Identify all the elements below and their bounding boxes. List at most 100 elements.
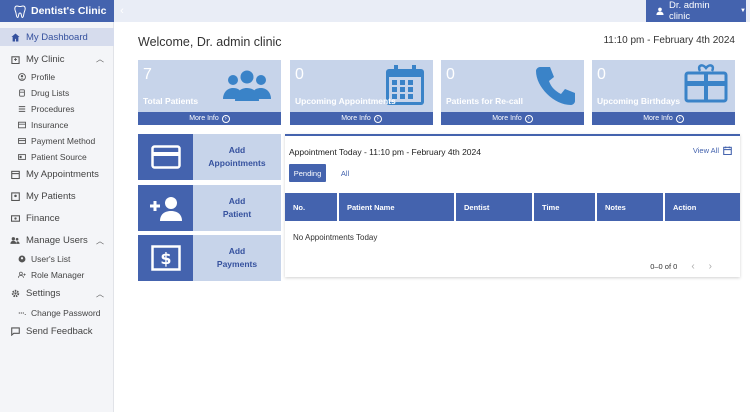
column-header[interactable]: Action xyxy=(665,193,740,221)
pill-icon xyxy=(18,89,26,97)
sidebar-item-label: Role Manager xyxy=(31,270,85,280)
chevron-left-icon[interactable]: ‹ xyxy=(691,261,694,272)
more-info-label: More Info xyxy=(643,115,673,122)
payment-icon xyxy=(18,137,26,145)
pagination-count: 0–0 of 0 xyxy=(650,262,678,271)
sidebar-item-role-manager[interactable]: Role Manager xyxy=(0,268,114,282)
card-icon xyxy=(138,134,193,180)
patients-icon xyxy=(10,192,20,202)
hospital-icon xyxy=(10,54,20,64)
sidebar-item-profile[interactable]: Profile xyxy=(0,70,114,84)
sidebar-item-dashboard[interactable]: My Dashboard xyxy=(0,28,114,46)
action-label-line1: Add xyxy=(228,246,246,256)
stat-value: 0 xyxy=(295,66,304,83)
chevron-up-icon: ︿ xyxy=(96,54,104,64)
view-all-label: View All xyxy=(692,146,719,155)
action-label-line2: Appointments xyxy=(208,158,266,168)
sidebar-item-send-feedback[interactable]: Send Feedback xyxy=(0,323,114,340)
sidebar: My Dashboard My Clinic ︿ Profile Drug Li… xyxy=(0,22,114,412)
home-icon xyxy=(10,32,20,42)
add-person-icon xyxy=(138,185,193,231)
password-icon xyxy=(18,309,26,317)
sidebar-item-label: Drug Lists xyxy=(31,88,70,98)
column-header[interactable]: Dentist xyxy=(456,193,532,221)
stat-label: Total Patients xyxy=(143,96,199,106)
user-circle-icon xyxy=(18,73,26,81)
action-label: Add Patient xyxy=(193,185,281,231)
sidebar-item-users-list[interactable]: User's List xyxy=(0,252,114,266)
sidebar-item-insurance[interactable]: Insurance xyxy=(0,118,114,132)
tab-pending[interactable]: Pending xyxy=(289,164,326,182)
sidebar-item-label: Settings xyxy=(26,288,61,299)
sidebar-item-patient-source[interactable]: Patient Source xyxy=(0,150,114,164)
person-icon xyxy=(656,7,664,15)
action-label: Add Appointments xyxy=(193,134,281,180)
tab-all[interactable]: All xyxy=(333,164,357,182)
sidebar-item-label: My Dashboard xyxy=(26,31,88,43)
action-label-line2: Payments xyxy=(216,259,258,269)
stat-value: 0 xyxy=(597,66,606,83)
user-circle-icon xyxy=(18,255,26,263)
sidebar-item-label: Procedures xyxy=(31,104,75,114)
sidebar-item-label: My Clinic xyxy=(26,53,65,65)
money-icon xyxy=(10,214,20,224)
column-header[interactable]: No. xyxy=(285,193,337,221)
feedback-icon xyxy=(10,327,20,337)
stat-label: Patients for Re-call xyxy=(446,96,523,106)
stat-value: 7 xyxy=(143,66,152,83)
sidebar-item-my-clinic[interactable]: My Clinic ︿ xyxy=(0,51,114,67)
svg-text:$: $ xyxy=(160,249,171,268)
chevron-left-icon[interactable]: ‹ xyxy=(116,4,128,18)
add-patient-button[interactable]: Add Patient xyxy=(138,185,281,231)
sidebar-item-procedures[interactable]: Procedures xyxy=(0,102,114,116)
sidebar-item-drug-lists[interactable]: Drug Lists xyxy=(0,86,114,100)
stat-card-upcoming-birthdays: 0 Upcoming Birthdays More Info › xyxy=(592,60,735,125)
stat-card-total-patients: 7 Total Patients More Info › xyxy=(138,60,281,125)
group-icon xyxy=(219,63,275,108)
action-label-line2: Patient xyxy=(222,209,252,219)
more-info-link[interactable]: More Info › xyxy=(290,112,433,125)
action-label: Add Payments xyxy=(193,235,281,281)
user-menu-button[interactable]: Dr. admin clinic ▼ xyxy=(646,0,746,22)
calendar-icon xyxy=(10,170,20,180)
sidebar-item-my-appointments[interactable]: My Appointments xyxy=(0,166,114,183)
more-info-link[interactable]: More Info › xyxy=(441,112,584,125)
view-all-link[interactable]: View All xyxy=(693,146,732,155)
current-datetime: 11:10 pm - February 4th 2024 xyxy=(603,35,735,46)
sidebar-item-my-patients[interactable]: My Patients xyxy=(0,188,114,205)
top-bar: Dentist's Clinic ‹ Dr. admin clinic ▼ xyxy=(0,0,750,22)
more-info-link[interactable]: More Info › xyxy=(138,112,281,125)
more-info-link[interactable]: More Info › xyxy=(592,112,735,125)
chevron-right-icon[interactable]: › xyxy=(709,261,712,272)
more-info-label: More Info xyxy=(341,115,371,122)
users-icon xyxy=(10,236,20,246)
column-header[interactable]: Time xyxy=(534,193,595,221)
sidebar-item-change-password[interactable]: Change Password xyxy=(0,306,114,320)
stat-label: Upcoming Appointments xyxy=(295,96,396,106)
sidebar-item-payment-method[interactable]: Payment Method xyxy=(0,134,114,148)
arrow-right-circle-icon: › xyxy=(373,114,382,123)
brand[interactable]: Dentist's Clinic xyxy=(0,0,114,22)
sidebar-item-label: Profile xyxy=(31,72,56,82)
source-icon xyxy=(18,153,26,161)
user-name: Dr. admin clinic xyxy=(668,0,710,22)
chevron-up-icon: ︿ xyxy=(96,289,104,298)
appointments-title: Appointment Today - 11:10 pm - February … xyxy=(289,147,481,157)
sidebar-item-finance[interactable]: Finance xyxy=(0,210,114,227)
add-payments-button[interactable]: $ Add Payments xyxy=(138,235,281,281)
tooth-icon xyxy=(14,4,26,18)
sidebar-item-manage-users[interactable]: Manage Users ︿ xyxy=(0,232,114,249)
gift-card-icon xyxy=(683,63,729,112)
sidebar-item-label: Manage Users xyxy=(26,235,88,246)
sidebar-item-label: User's List xyxy=(31,254,71,264)
chevron-up-icon: ︿ xyxy=(96,236,104,245)
column-header[interactable]: Patient Name xyxy=(339,193,454,221)
list-icon xyxy=(18,105,26,113)
action-label-line1: Add xyxy=(228,196,246,206)
column-header[interactable]: Notes xyxy=(597,193,663,221)
add-appointments-button[interactable]: Add Appointments xyxy=(138,134,281,180)
sidebar-item-settings[interactable]: Settings ︿ xyxy=(0,285,114,302)
appointments-panel: Appointment Today - 11:10 pm - February … xyxy=(285,134,740,277)
stat-value: 0 xyxy=(446,66,455,83)
brand-name: Dentist's Clinic xyxy=(31,5,107,17)
